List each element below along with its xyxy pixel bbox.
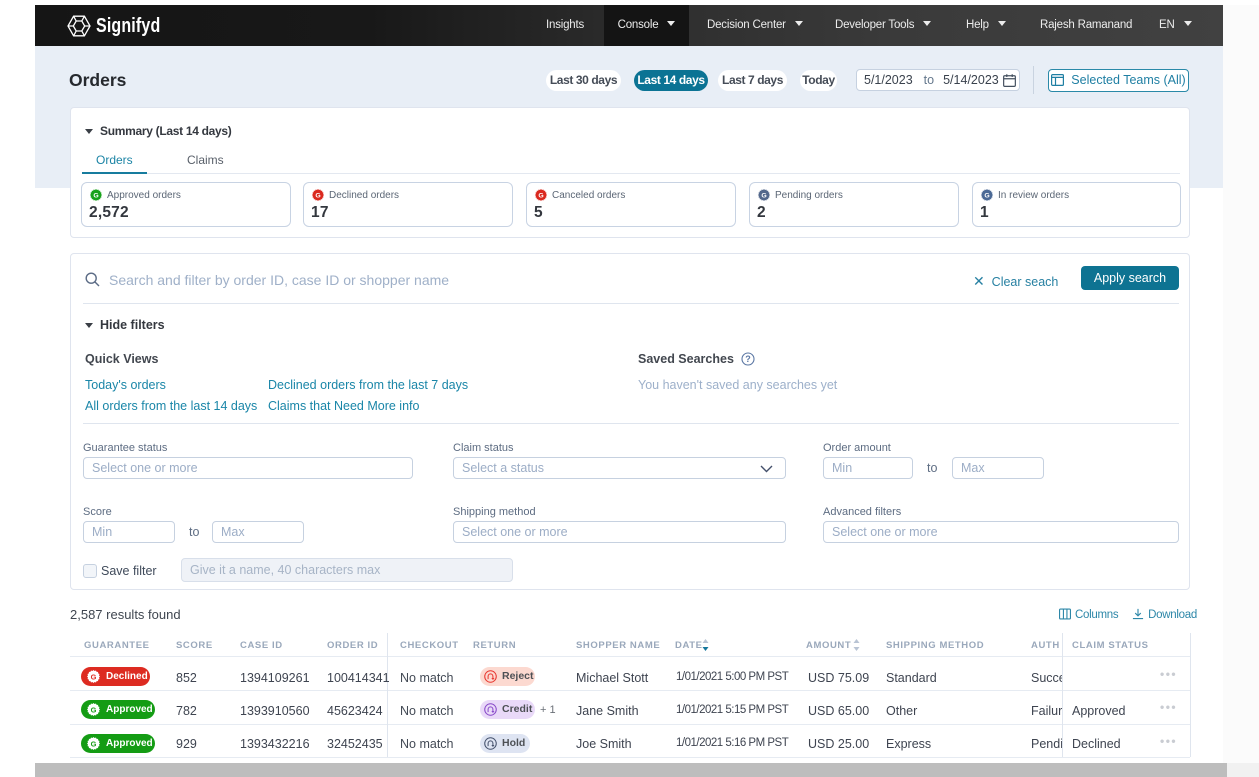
svg-text:G: G [91,739,97,748]
svg-text:G: G [984,193,989,200]
svg-text:G: G [93,193,98,200]
svg-text:G: G [315,193,320,200]
svg-text:G: G [761,193,766,200]
svg-text:G: G [91,705,97,714]
svg-text:?: ? [746,354,752,364]
svg-text:G: G [91,672,97,681]
svg-text:G: G [538,193,543,200]
